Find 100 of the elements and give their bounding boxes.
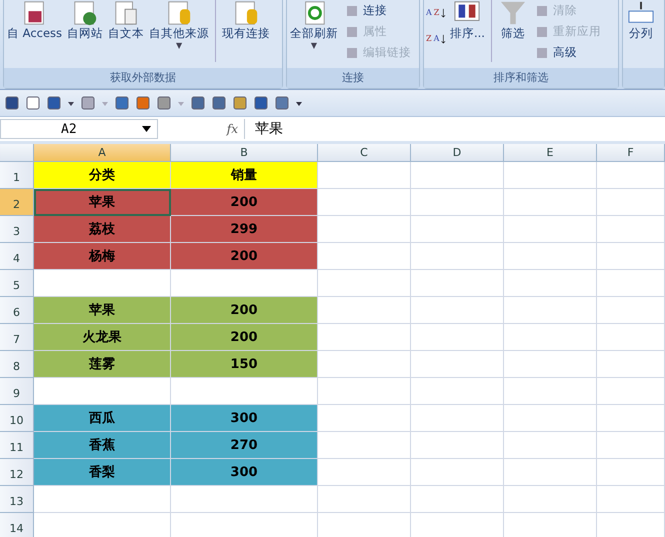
row-header[interactable]: 14 [0, 513, 34, 537]
table-cell[interactable] [411, 162, 504, 189]
ribbon-button[interactable]: 自文本 [107, 0, 146, 68]
sort-ascending-button[interactable]: A Z [426, 4, 446, 22]
sort-descending-button[interactable]: Z A [426, 30, 446, 48]
row-header[interactable]: 11 [0, 432, 34, 459]
ribbon-button[interactable]: 分列 [625, 0, 657, 68]
table-cell[interactable] [411, 459, 504, 486]
table-cell[interactable]: 销量 [171, 162, 318, 189]
table-cell[interactable] [504, 378, 597, 405]
table-cell[interactable]: 杨梅 [34, 243, 171, 270]
table-cell[interactable]: 火龙果 [34, 324, 171, 351]
table-cell[interactable] [597, 243, 665, 270]
table-cell[interactable] [597, 297, 665, 324]
table-cell[interactable] [318, 351, 411, 378]
table-cell[interactable] [597, 378, 665, 405]
table-cell[interactable] [318, 189, 411, 216]
table-cell[interactable] [597, 459, 665, 486]
ribbon-small-button[interactable]: 高级 [532, 42, 603, 63]
table-cell[interactable] [318, 270, 411, 297]
table-cell[interactable] [318, 432, 411, 459]
ribbon-button[interactable]: 筛选 [496, 0, 529, 68]
table-cell[interactable] [597, 486, 665, 513]
table-cell[interactable] [411, 405, 504, 432]
table-cell[interactable]: 西瓜 [34, 405, 171, 432]
row-header[interactable]: 10 [0, 405, 34, 432]
table-cell[interactable] [504, 324, 597, 351]
table-cell[interactable] [411, 189, 504, 216]
table-cell[interactable] [504, 432, 597, 459]
table-cell[interactable] [504, 216, 597, 243]
table-cell[interactable]: 300 [171, 459, 318, 486]
ribbon-button[interactable]: 排序... [449, 0, 486, 68]
table-cell[interactable]: 200 [171, 189, 318, 216]
table-cell[interactable] [504, 486, 597, 513]
table-cell[interactable] [597, 216, 665, 243]
column-header[interactable]: E [504, 144, 597, 162]
table-cell[interactable] [504, 270, 597, 297]
table-cell[interactable]: 苹果 [34, 189, 171, 216]
ribbon-button[interactable]: 自 Access [6, 0, 64, 68]
insert-function-button[interactable]: fx [158, 122, 244, 136]
ribbon-button[interactable]: 自网站 [66, 0, 104, 68]
table-cell[interactable]: 200 [171, 243, 318, 270]
row-header[interactable]: 1 [0, 162, 34, 189]
column-header[interactable]: C [318, 144, 411, 162]
table-cell[interactable] [504, 243, 597, 270]
table-cell[interactable] [411, 324, 504, 351]
table-cell[interactable] [411, 351, 504, 378]
row-header[interactable]: 4 [0, 243, 34, 270]
column-header[interactable]: A [34, 144, 171, 162]
table-cell[interactable]: 苹果 [34, 297, 171, 324]
dropdown-arrow-icon[interactable] [142, 126, 151, 132]
table-cell[interactable] [318, 243, 411, 270]
row-header[interactable]: 9 [0, 378, 34, 405]
row-header[interactable]: 5 [0, 270, 34, 297]
row-header[interactable]: 6 [0, 297, 34, 324]
table-cell[interactable] [411, 378, 504, 405]
table-cell[interactable] [318, 378, 411, 405]
table-cell[interactable] [504, 459, 597, 486]
table-cell[interactable] [171, 486, 318, 513]
row-header[interactable]: 8 [0, 351, 34, 378]
table-cell[interactable] [504, 162, 597, 189]
ribbon-button[interactable]: 现有连接 [221, 0, 272, 68]
table-cell[interactable] [318, 324, 411, 351]
row-header[interactable]: 12 [0, 459, 34, 486]
table-cell[interactable]: 200 [171, 324, 318, 351]
ribbon-button[interactable]: 全部刷新 ▼ [289, 0, 339, 68]
table-cell[interactable] [597, 432, 665, 459]
ribbon-button[interactable]: 自其他来源 ▼ [148, 0, 210, 68]
formula-field[interactable]: 苹果 [244, 119, 665, 139]
table-cell[interactable] [504, 189, 597, 216]
table-cell[interactable]: 200 [171, 297, 318, 324]
table-cell[interactable] [504, 405, 597, 432]
row-header[interactable]: 3 [0, 216, 34, 243]
ribbon-small-button[interactable]: 连接 [342, 0, 413, 21]
table-cell[interactable] [411, 297, 504, 324]
name-box[interactable]: A2 [0, 119, 158, 139]
table-cell[interactable]: 分类 [34, 162, 171, 189]
row-header[interactable]: 13 [0, 486, 34, 513]
table-cell[interactable] [318, 162, 411, 189]
table-cell[interactable] [504, 351, 597, 378]
table-cell[interactable] [597, 324, 665, 351]
column-header[interactable]: D [411, 144, 504, 162]
table-cell[interactable] [411, 270, 504, 297]
table-cell[interactable] [597, 189, 665, 216]
table-cell[interactable]: 299 [171, 216, 318, 243]
table-cell[interactable] [318, 486, 411, 513]
table-cell[interactable]: 香蕉 [34, 432, 171, 459]
table-cell[interactable] [411, 243, 504, 270]
table-cell[interactable]: 莲雾 [34, 351, 171, 378]
table-cell[interactable] [411, 486, 504, 513]
select-all-corner[interactable] [0, 144, 34, 162]
table-cell[interactable] [318, 459, 411, 486]
table-cell[interactable] [318, 216, 411, 243]
table-cell[interactable] [597, 351, 665, 378]
table-cell[interactable]: 香梨 [34, 459, 171, 486]
table-cell[interactable] [597, 405, 665, 432]
table-cell[interactable]: 270 [171, 432, 318, 459]
table-cell[interactable] [597, 270, 665, 297]
table-cell[interactable] [411, 216, 504, 243]
table-cell[interactable] [597, 162, 665, 189]
